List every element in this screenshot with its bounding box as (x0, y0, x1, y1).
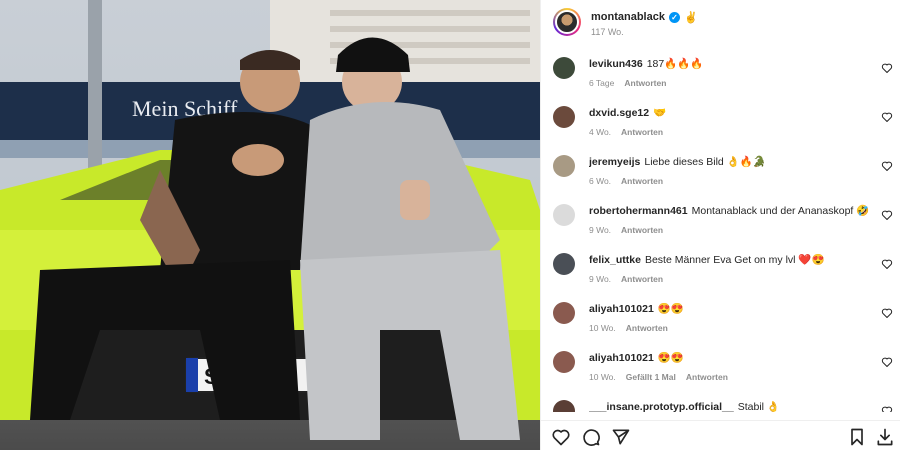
comment-item: robertohermann461 Montanablack und der An… (541, 197, 900, 246)
comment-list[interactable]: levikun436 187🔥🔥🔥 6 Tage Antworten dxvid.sge… (541, 50, 900, 412)
comment-like-heart-icon[interactable] (881, 62, 893, 74)
comment-username[interactable]: aliyah101021 (589, 352, 654, 364)
comment-text: 😍😍 (657, 303, 684, 315)
comment-like-heart-icon[interactable] (881, 307, 893, 319)
comment-avatar[interactable] (553, 204, 575, 226)
comment-avatar[interactable] (553, 400, 575, 412)
comment-avatar[interactable] (553, 253, 575, 275)
comment-avatar[interactable] (553, 302, 575, 324)
comment-time[interactable]: 10 Wo. (589, 372, 616, 382)
reply-button[interactable]: Antworten (621, 176, 663, 186)
comment-item: ___insane.prototyp.official__ Stabil 👌 (541, 393, 900, 412)
reply-button[interactable]: Antworten (621, 225, 663, 235)
comment-text: 187🔥🔥🔥 (646, 58, 704, 70)
comment-like-heart-icon[interactable] (881, 160, 893, 172)
comment-avatar[interactable] (553, 57, 575, 79)
bookmark-icon[interactable] (847, 427, 867, 447)
comment-username[interactable]: aliyah101021 (589, 303, 654, 315)
post-photo-image: Mein Schiff STD (0, 0, 540, 450)
comment-likes[interactable]: Gefällt 1 Mal (626, 372, 676, 382)
comment-like-heart-icon[interactable] (881, 111, 893, 123)
comment-avatar[interactable] (553, 106, 575, 128)
reply-button[interactable]: Antworten (686, 372, 728, 382)
comment-item: dxvid.sge12 🤝 4 Wo. Antworten (541, 99, 900, 148)
post-side-panel: montanablack ✓ ✌ 117 Wo. levikun436 187🔥🔥… (540, 0, 900, 450)
comment-item: felix_uttke Beste Männer Eva Get on my lv… (541, 246, 900, 295)
comment-text: 🤝 (653, 107, 667, 119)
action-bar (541, 420, 900, 450)
comment-item: levikun436 187🔥🔥🔥 6 Tage Antworten (541, 50, 900, 99)
comment-like-heart-icon[interactable] (881, 209, 893, 221)
post-header: montanablack ✓ ✌ 117 Wo. (541, 0, 900, 44)
comment-time[interactable]: 9 Wo. (589, 274, 611, 284)
comment-like-heart-icon[interactable] (881, 356, 893, 368)
comment-time[interactable]: 6 Wo. (589, 176, 611, 186)
send-icon[interactable] (611, 427, 631, 447)
download-icon[interactable] (875, 427, 895, 447)
reply-button[interactable]: Antworten (621, 274, 663, 284)
comment-text: Stabil 👌 (737, 401, 780, 412)
comment-username[interactable]: ___insane.prototyp.official__ (589, 401, 734, 412)
comment-time[interactable]: 6 Tage (589, 78, 614, 88)
comment-item: aliyah101021 😍😍 10 Wo. Antworten (541, 295, 900, 344)
owner-username[interactable]: montanablack (591, 11, 665, 23)
comment-avatar[interactable] (553, 351, 575, 373)
comment-item: aliyah101021 😍😍 10 Wo. Gefällt 1 Mal Antwort… (541, 344, 900, 393)
comment-avatar[interactable] (553, 155, 575, 177)
comment-username[interactable]: levikun436 (589, 58, 643, 70)
comment-text: Liebe dieses Bild 👌🔥🐊 (644, 156, 766, 168)
comment-like-heart-icon[interactable] (881, 405, 893, 412)
comment-time[interactable]: 9 Wo. (589, 225, 611, 235)
comment-icon[interactable] (581, 427, 601, 447)
comment-username[interactable]: jeremyeijs (589, 156, 640, 168)
reply-button[interactable]: Antworten (626, 323, 668, 333)
comment-username[interactable]: robertohermann461 (589, 205, 688, 217)
verified-badge-icon: ✓ (668, 11, 680, 23)
comment-username[interactable]: felix_uttke (589, 254, 641, 266)
owner-avatar[interactable] (553, 8, 581, 36)
comment-like-heart-icon[interactable] (881, 258, 893, 270)
comment-username[interactable]: dxvid.sge12 (589, 107, 649, 119)
comment-text: Beste Männer Eva Get on my lvl ❤️😍 (644, 254, 825, 266)
heart-icon[interactable] (551, 427, 571, 447)
comment-item: jeremyeijs Liebe dieses Bild 👌🔥🐊 6 Wo. Antw… (541, 148, 900, 197)
comment-text: 😍😍 (657, 352, 684, 364)
post-photo[interactable]: Mein Schiff STD (0, 0, 540, 450)
comment-time[interactable]: 4 Wo. (589, 127, 611, 137)
reply-button[interactable]: Antworten (624, 78, 666, 88)
comment-text: Montanablack und der Ananaskopf 🤣 (691, 205, 870, 217)
reply-button[interactable]: Antworten (621, 127, 663, 137)
post-time[interactable]: 117 Wo. (591, 27, 698, 37)
comment-time[interactable]: 10 Wo. (589, 323, 616, 333)
owner-caption-emoji: ✌ (683, 11, 698, 24)
